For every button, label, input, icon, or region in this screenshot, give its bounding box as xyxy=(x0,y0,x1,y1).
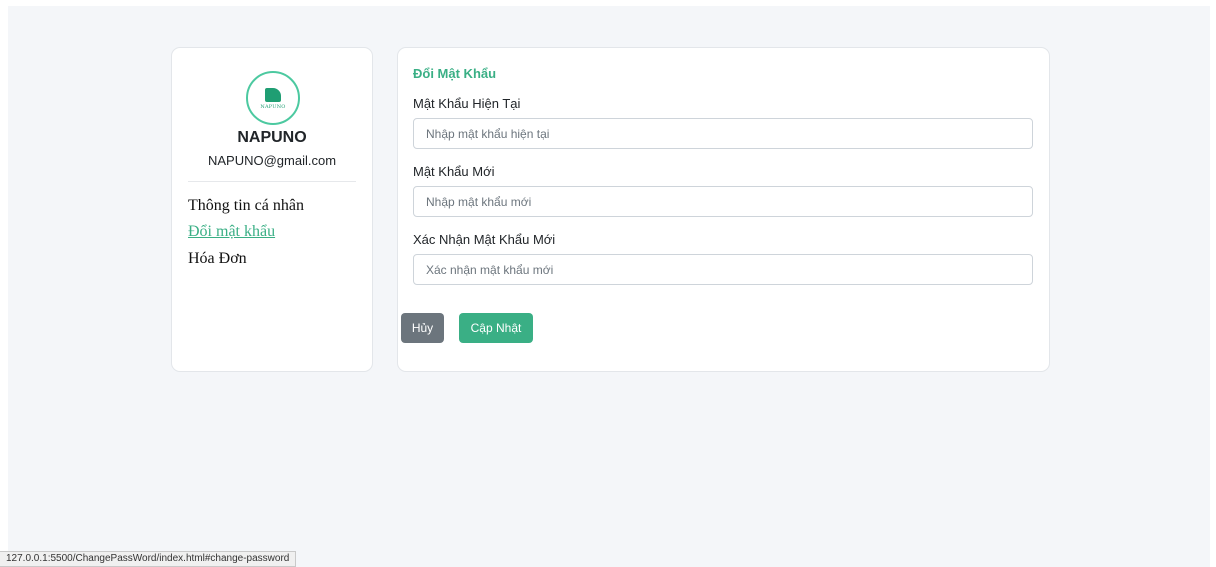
cancel-button[interactable]: Hủy xyxy=(401,313,444,343)
profile-divider xyxy=(188,181,356,182)
current-password-label: Mật Khẩu Hiện Tại xyxy=(413,96,521,111)
profile-email: NAPUNO@gmail.com xyxy=(207,153,337,168)
logo-text: NAPUNO xyxy=(260,104,286,110)
nav-personal-info[interactable]: Thông tin cá nhân xyxy=(188,197,304,215)
form-title: Đổi Mật Khẩu xyxy=(413,66,497,81)
new-password-input[interactable] xyxy=(413,186,1033,217)
avatar: NAPUNO xyxy=(246,71,300,125)
confirm-password-input[interactable] xyxy=(413,254,1033,285)
nav-invoices[interactable]: Hóa Đơn xyxy=(188,250,247,268)
update-button[interactable]: Cập Nhật xyxy=(459,313,533,343)
profile-name: NAPUNO xyxy=(237,129,307,146)
logo-icon xyxy=(265,88,281,102)
confirm-password-label: Xác Nhận Mật Khẩu Mới xyxy=(413,232,556,247)
status-bar-url: 127.0.0.1:5500/ChangePassWord/index.html… xyxy=(0,551,297,567)
nav-change-password[interactable]: Đổi mật khẩu xyxy=(188,223,275,241)
current-password-input[interactable] xyxy=(413,118,1033,149)
new-password-label: Mật Khẩu Mới xyxy=(413,164,495,179)
